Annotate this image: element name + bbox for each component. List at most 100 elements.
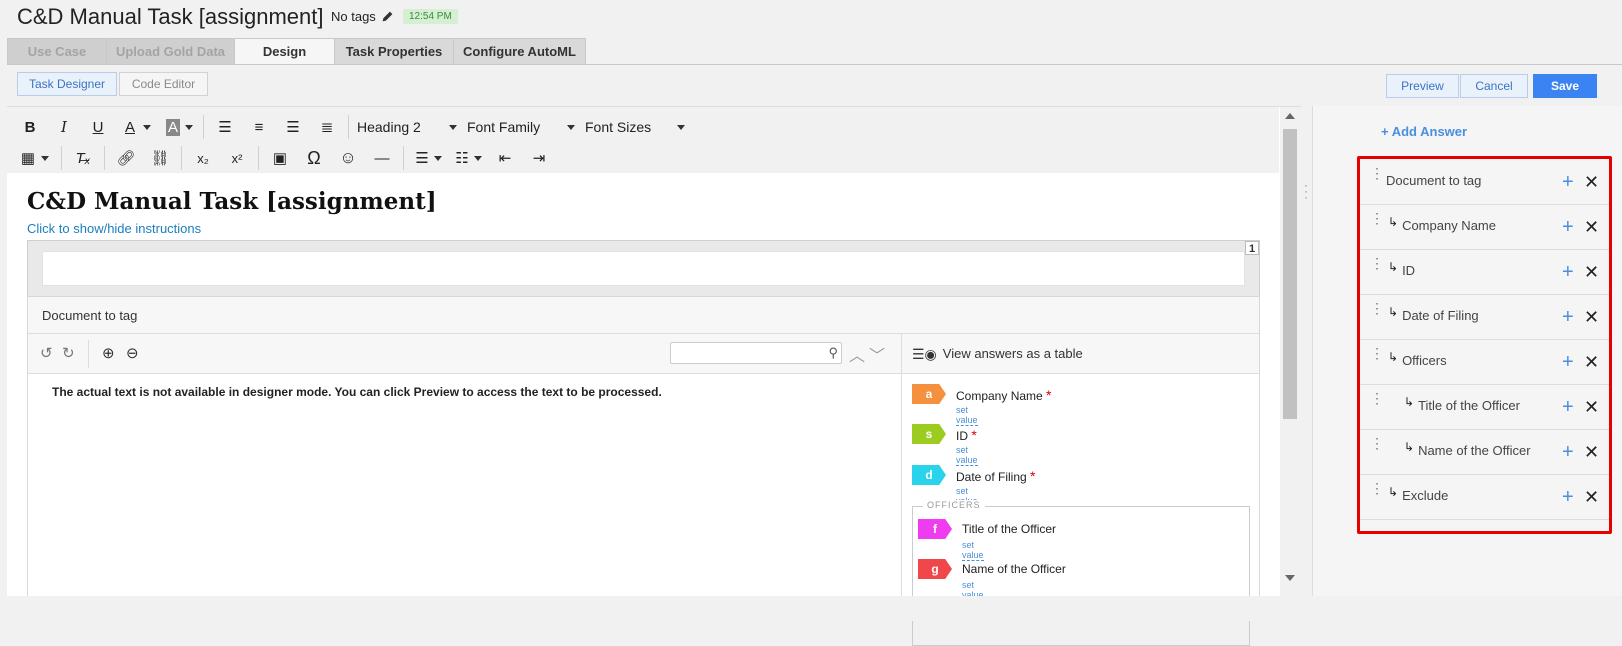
toggle-instructions-link[interactable]: Click to show/hide instructions (27, 221, 201, 236)
align-right-icon[interactable]: ☰ (280, 115, 306, 139)
tag-key-badge[interactable]: g (918, 559, 952, 579)
drag-handle-icon[interactable]: ⋮ (1370, 346, 1384, 360)
answer-tree-item[interactable]: ⋮ ↳ ID + ✕ (1360, 249, 1609, 295)
chevron-down-icon[interactable] (185, 124, 193, 130)
drag-handle-icon[interactable]: ⋮ (1370, 436, 1384, 450)
tab-configure-automl[interactable]: Configure AutoML (453, 38, 586, 64)
link-icon[interactable]: 🔗︎ (113, 146, 139, 170)
answer-tree-item[interactable]: ⋮ ↳ Officers + ✕ (1360, 339, 1609, 385)
close-icon[interactable]: ✕ (1584, 308, 1599, 326)
preview-button[interactable]: Preview (1386, 74, 1459, 98)
close-icon[interactable]: ✕ (1584, 398, 1599, 416)
officers-group: OFFICERS f Title of the Officer set valu… (912, 500, 1250, 646)
highlight-color-icon[interactable]: A (163, 115, 183, 139)
numbered-list-icon[interactable]: ☷ (452, 146, 472, 170)
answer-tree-item[interactable]: ⋮ ↳ Company Name + ✕ (1360, 204, 1609, 250)
tag-key-badge[interactable]: d (912, 465, 946, 485)
undo-icon[interactable]: ↺ (40, 344, 53, 362)
add-child-icon[interactable]: + (1562, 217, 1574, 237)
omega-icon[interactable]: Ω (301, 146, 327, 170)
add-answer-button[interactable]: + Add Answer (1381, 124, 1467, 139)
drag-handle-icon[interactable]: ⋮ (1370, 391, 1384, 405)
set-value-link[interactable]: set value (962, 540, 984, 561)
add-child-icon[interactable]: + (1562, 307, 1574, 327)
add-child-icon[interactable]: + (1562, 442, 1574, 462)
search-input[interactable]: ⚲ (670, 342, 842, 364)
add-child-icon[interactable]: + (1562, 487, 1574, 507)
search-icon[interactable]: ⚲ (828, 345, 838, 361)
zoom-out-icon[interactable]: ⊖ (126, 344, 139, 362)
image-icon[interactable]: ▣ (267, 146, 293, 170)
editor-scrollbar[interactable] (1280, 107, 1301, 597)
heading-select[interactable]: Heading 2 (357, 115, 457, 139)
tab-use-case[interactable]: Use Case (7, 38, 107, 64)
indent-icon[interactable]: ⇥ (526, 146, 552, 170)
clear-format-icon[interactable]: T̶ₓ (70, 146, 96, 170)
add-child-icon[interactable]: + (1562, 262, 1574, 282)
tab-task-properties[interactable]: Task Properties (334, 38, 454, 64)
close-icon[interactable]: ✕ (1584, 443, 1599, 461)
set-value-link[interactable]: set value (956, 445, 978, 466)
set-value-link[interactable]: set value (956, 405, 978, 426)
code-editor-button[interactable]: Code Editor (119, 72, 208, 96)
outdent-icon[interactable]: ⇤ (492, 146, 518, 170)
zoom-in-icon[interactable]: ⊕ (102, 344, 115, 362)
scroll-down-icon[interactable] (1285, 575, 1295, 581)
tab-upload-gold-data[interactable]: Upload Gold Data (106, 38, 235, 64)
pencil-icon[interactable] (381, 10, 394, 23)
close-icon[interactable]: ✕ (1584, 218, 1599, 236)
text-color-icon[interactable]: A (119, 115, 141, 139)
align-justify-icon[interactable]: ≣ (314, 115, 340, 139)
align-center-icon[interactable]: ≡ (246, 115, 272, 139)
chevron-up-icon[interactable]: ︿ (849, 348, 869, 365)
answer-tree-item[interactable]: ⋮ ↳ Date of Filing + ✕ (1360, 294, 1609, 340)
view-as-table-button[interactable]: ☰◉ View answers as a table (902, 334, 1259, 374)
tag-key-badge[interactable]: s (912, 424, 946, 444)
superscript-icon[interactable]: x² (224, 146, 250, 170)
emoji-icon[interactable]: ☺ (335, 146, 361, 170)
answer-tree-item[interactable]: ⋮ ↳ Title of the Officer + ✕ (1360, 384, 1609, 430)
close-icon[interactable]: ✕ (1584, 488, 1599, 506)
align-left-icon[interactable]: ☰ (212, 115, 238, 139)
tab-design[interactable]: Design (234, 38, 335, 65)
chevron-down-icon[interactable]: ﹀ (869, 348, 889, 365)
close-icon[interactable]: ✕ (1584, 263, 1599, 281)
add-child-icon[interactable]: + (1562, 397, 1574, 417)
scroll-thumb[interactable] (1283, 129, 1297, 419)
save-button[interactable]: Save (1533, 74, 1597, 98)
font-family-select[interactable]: Font Family (467, 115, 575, 139)
scroll-up-icon[interactable] (1285, 113, 1295, 119)
task-designer-button[interactable]: Task Designer (17, 72, 117, 96)
close-icon[interactable]: ✕ (1584, 173, 1599, 191)
underline-icon[interactable]: U (85, 115, 111, 139)
answer-tree-item[interactable]: ⋮ Document to tag + ✕ (1360, 159, 1609, 205)
chevron-down-icon[interactable] (143, 124, 151, 130)
answer-tree-item[interactable]: ⋮ ↳ Exclude + ✕ (1360, 474, 1609, 520)
drag-handle-icon[interactable]: ⋮ (1370, 166, 1384, 180)
bold-icon[interactable]: B (17, 115, 43, 139)
chevron-down-icon[interactable] (474, 155, 482, 161)
tag-key-badge[interactable]: f (918, 519, 952, 539)
italic-icon[interactable]: I (51, 115, 77, 139)
drag-handle-icon[interactable]: ⋮ (1370, 301, 1384, 315)
font-sizes-select[interactable]: Font Sizes (585, 115, 685, 139)
answer-tree-item[interactable]: ⋮ ↳ Name of the Officer + ✕ (1360, 429, 1609, 475)
drag-handle-icon[interactable]: ⋮ (1370, 211, 1384, 225)
drag-handle-icon[interactable]: ⋮ (1370, 256, 1384, 270)
unlink-icon[interactable]: ⛓︎ (147, 146, 173, 170)
add-child-icon[interactable]: + (1562, 352, 1574, 372)
table-icon[interactable]: ▦ (17, 146, 39, 170)
redo-icon[interactable]: ↻ (62, 344, 75, 362)
tags-editor[interactable]: No tags (331, 9, 394, 24)
chevron-down-icon[interactable] (434, 155, 442, 161)
subscript-icon[interactable]: x₂ (190, 146, 216, 170)
cancel-button[interactable]: Cancel (1460, 74, 1528, 98)
panel-resize-handle[interactable]: · · · (1304, 179, 1308, 203)
add-child-icon[interactable]: + (1562, 172, 1574, 192)
drag-handle-icon[interactable]: ⋮ (1370, 481, 1384, 495)
tag-key-badge[interactable]: a (912, 384, 946, 404)
horizontal-rule-icon[interactable]: — (369, 146, 395, 170)
bullet-list-icon[interactable]: ☰ (412, 146, 432, 170)
close-icon[interactable]: ✕ (1584, 353, 1599, 371)
chevron-down-icon[interactable] (41, 155, 49, 161)
